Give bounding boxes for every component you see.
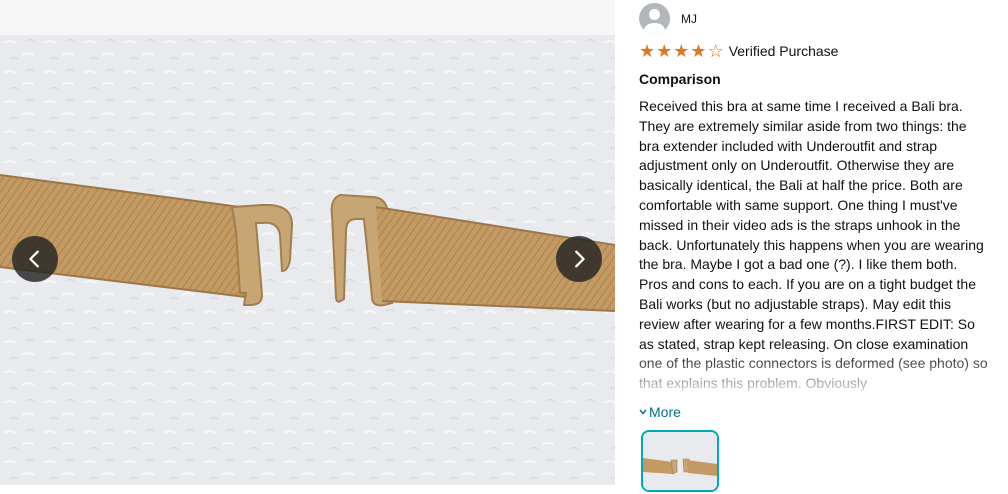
chevron-down-icon: [639, 407, 647, 417]
star-empty-icon: ☆: [707, 41, 724, 61]
reviewer-name: MJ: [681, 11, 697, 26]
chevron-left-icon: [29, 250, 39, 268]
star-filled-icon: ★: [673, 41, 690, 61]
review-photo[interactable]: [0, 35, 615, 485]
star-filled-icon: ★: [690, 41, 707, 61]
rating-row: ★ ★ ★ ★ ☆ Verified Purchase: [639, 42, 838, 60]
strap-photo-image: [0, 35, 615, 485]
previous-image-button[interactable]: [12, 236, 58, 282]
review-title: Comparison: [639, 71, 721, 87]
review-body: Received this bra at same time I receive…: [639, 98, 988, 391]
review-image-thumbnail[interactable]: [641, 430, 719, 492]
verified-purchase-badge: Verified Purchase: [728, 43, 839, 59]
read-more-label: More: [649, 404, 681, 420]
next-image-button[interactable]: [556, 236, 602, 282]
star-rating: ★ ★ ★ ★ ☆: [639, 42, 725, 60]
chevron-right-icon: [575, 250, 585, 268]
star-filled-icon: ★: [639, 41, 656, 61]
gallery-top-bar: [0, 0, 615, 35]
reviewer-profile[interactable]: MJ: [639, 3, 697, 34]
user-avatar-icon: [639, 3, 670, 34]
review-body-fade: [639, 352, 989, 397]
thumbnail-image: [643, 432, 717, 490]
read-more-link[interactable]: More: [639, 404, 681, 420]
star-filled-icon: ★: [656, 41, 673, 61]
review-panel: MJ ★ ★ ★ ★ ☆ Verified Purchase Comparison Re…: [639, 0, 989, 494]
